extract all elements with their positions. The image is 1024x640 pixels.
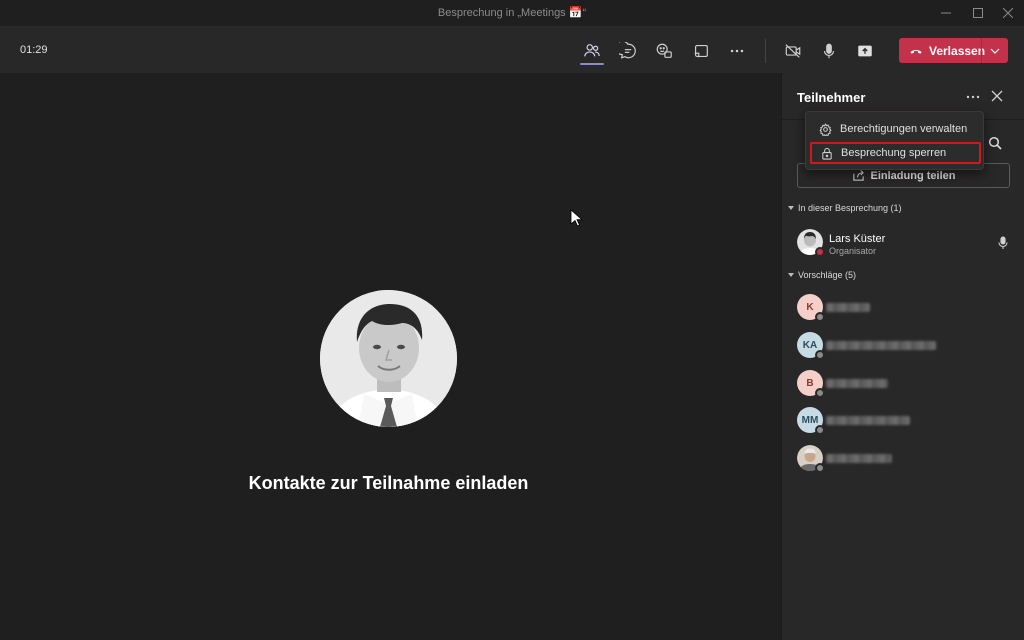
camera-off-icon [785, 44, 801, 58]
hangup-icon [899, 44, 927, 58]
share-tray-button[interactable] [688, 39, 714, 63]
avatar [797, 229, 825, 257]
redacted-name [826, 379, 888, 388]
suggestion-row[interactable]: B [797, 368, 1012, 398]
participant-search-button[interactable] [988, 136, 1004, 152]
mouse-cursor-icon [570, 209, 584, 232]
toolbar-divider [765, 39, 766, 63]
avatar: B [797, 370, 825, 398]
meeting-toolbar: 01:29 Verlassen [0, 27, 1024, 73]
meeting-stage: Kontakte zur Teilnahme einladen [0, 73, 781, 640]
panel-more-options-button[interactable] [964, 89, 982, 105]
organizer-avatar [320, 290, 457, 427]
participant-mic-button[interactable] [997, 236, 1009, 250]
mic-icon [823, 43, 835, 59]
redacted-name [826, 341, 936, 350]
chat-button[interactable] [615, 39, 641, 63]
gear-icon [819, 122, 832, 136]
status-badge [815, 247, 825, 257]
participants-active-indicator [580, 63, 604, 65]
mic-icon [998, 236, 1008, 249]
leave-divider [981, 38, 982, 63]
redacted-name [826, 416, 910, 425]
minimize-icon [941, 12, 951, 14]
avatar: MM [797, 407, 825, 435]
status-badge [815, 425, 825, 435]
microphone-toggle-button[interactable] [816, 39, 842, 63]
collapse-triangle-icon [788, 206, 794, 210]
maximize-icon [973, 8, 983, 18]
invite-contacts-heading: Kontakte zur Teilnahme einladen [248, 473, 529, 493]
minimize-button[interactable] [931, 3, 961, 23]
menu-item-label: Besprechung sperren [841, 147, 947, 159]
avatar-initials: K [806, 301, 814, 313]
collapse-triangle-icon [788, 273, 794, 277]
reactions-button[interactable] [651, 39, 677, 63]
camera-toggle-button[interactable] [780, 39, 806, 63]
participant-row[interactable]: Lars Küster Organisator [797, 227, 1012, 257]
participant-name: Lars Küster [829, 233, 886, 245]
panel-close-button[interactable] [989, 88, 1005, 104]
leave-label: Verlassen [929, 43, 986, 58]
in-meeting-section-label: In dieser Besprechung (1) [798, 203, 902, 213]
suggestions-section-label: Vorschläge (5) [798, 270, 857, 280]
redacted-name [826, 454, 892, 463]
chevron-down-icon [990, 48, 1000, 54]
menu-item-lock-meeting[interactable]: Besprechung sperren [810, 142, 981, 164]
status-badge [815, 388, 825, 398]
maximize-button[interactable] [963, 3, 993, 23]
panel-options-menu: Berechtigungen verwalten Besprechung spe… [805, 111, 984, 170]
status-badge [815, 312, 825, 322]
in-meeting-section-toggle[interactable]: In dieser Besprechung (1) [788, 203, 902, 213]
close-window-button[interactable] [993, 3, 1023, 23]
avatar: K [797, 294, 825, 322]
meeting-timer: 01:29 [20, 44, 48, 56]
share-content-button[interactable] [852, 39, 878, 63]
avatar-initials: MM [801, 414, 819, 426]
chat-icon [619, 42, 636, 59]
more-icon [730, 49, 744, 53]
suggestion-row[interactable] [797, 443, 1012, 473]
leave-options-button[interactable] [985, 42, 1005, 59]
reactions-icon [656, 43, 672, 58]
search-icon [988, 136, 1002, 150]
avatar: KA [797, 332, 825, 360]
share-screen-icon [858, 45, 872, 57]
lock-icon [822, 147, 832, 160]
status-badge [815, 350, 825, 360]
menu-item-manage-permissions[interactable]: Berechtigungen verwalten [810, 118, 981, 140]
more-actions-button[interactable] [724, 39, 750, 63]
avatar-initials: B [806, 377, 814, 389]
suggestion-row[interactable]: K [797, 292, 1012, 322]
title-bar: Besprechung in „Meetings 📅“ [0, 0, 1024, 27]
close-icon [991, 90, 1003, 102]
share-icon [852, 170, 864, 181]
close-icon [1003, 8, 1013, 18]
suggestion-row[interactable]: MM [797, 405, 1012, 435]
avatar [797, 445, 825, 473]
redacted-name [826, 303, 870, 312]
status-badge [815, 463, 825, 473]
participants-button[interactable] [579, 39, 605, 63]
menu-item-label: Berechtigungen verwalten [840, 123, 968, 135]
suggestions-section-toggle[interactable]: Vorschläge (5) [788, 270, 856, 280]
window-title: Besprechung in „Meetings 📅“ [437, 7, 587, 19]
panel-title: Teilnehmer [797, 90, 866, 105]
avatar-initials: KA [802, 339, 818, 351]
more-icon [966, 95, 980, 99]
participant-role: Organisator [829, 246, 877, 256]
people-icon [584, 44, 600, 57]
suggestion-row[interactable]: KA [797, 330, 1012, 360]
share-tray-icon [694, 45, 708, 58]
share-invite-label: Einladung teilen [870, 169, 956, 182]
leave-button[interactable]: Verlassen [899, 38, 1008, 63]
